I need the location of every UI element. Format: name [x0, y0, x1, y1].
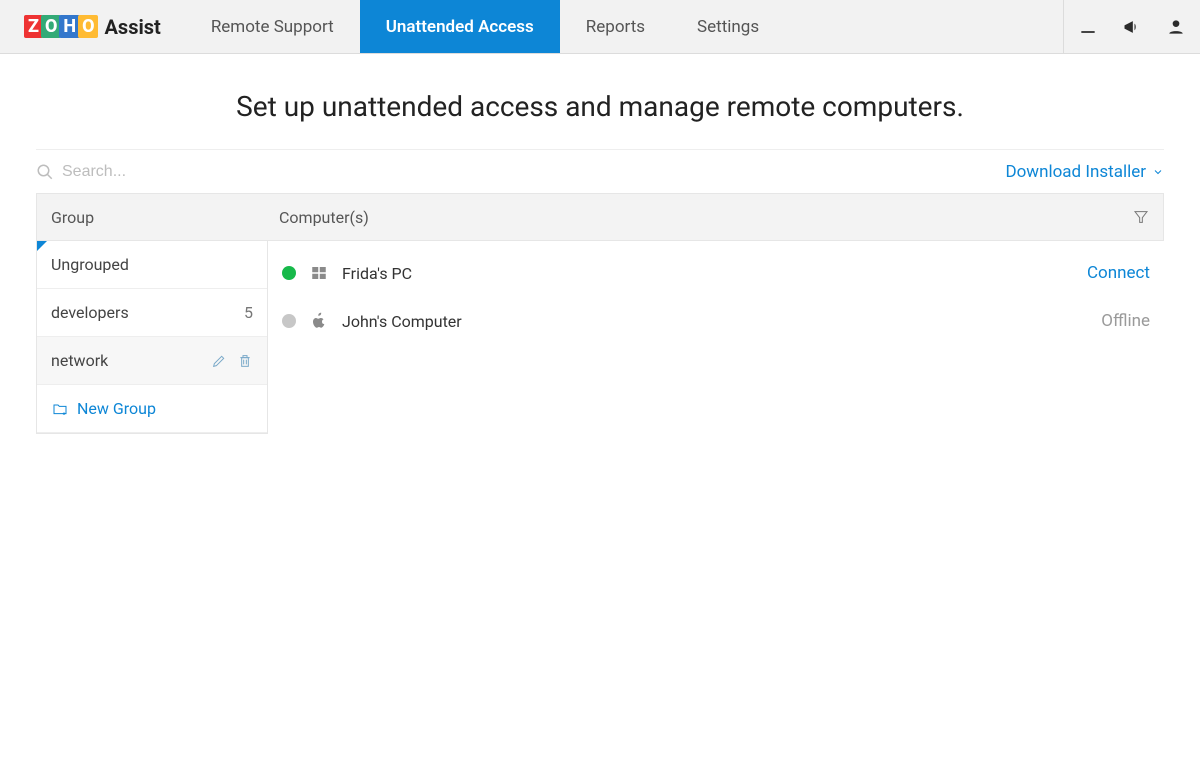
connect-button[interactable]: Connect — [1087, 263, 1150, 283]
topbar-actions — [1063, 0, 1200, 53]
folder-plus-icon — [51, 401, 69, 417]
computer-name: Frida's PC — [342, 264, 412, 283]
status-indicator-online — [282, 266, 296, 280]
windows-icon — [310, 264, 328, 282]
column-header-computers: Computer(s) — [279, 208, 1133, 227]
page-title: Set up unattended access and manage remo… — [0, 54, 1200, 149]
download-installer-link[interactable]: Download Installer — [1005, 162, 1164, 182]
computer-row[interactable]: John's Computer Offline — [282, 297, 1150, 345]
download-icon[interactable] — [1078, 17, 1098, 37]
product-name: Assist — [104, 15, 160, 39]
table-header: Group Computer(s) — [36, 193, 1164, 241]
computer-row[interactable]: Frida's PC Connect — [282, 249, 1150, 297]
offline-label: Offline — [1101, 311, 1150, 331]
computer-name: John's Computer — [342, 312, 462, 331]
primary-nav: Remote Support Unattended Access Reports… — [185, 0, 785, 53]
nav-reports[interactable]: Reports — [560, 0, 671, 53]
column-header-group: Group — [51, 208, 279, 227]
computer-list: Frida's PC Connect John's Computer Offli… — [268, 241, 1164, 434]
group-item-network[interactable]: network — [37, 337, 267, 385]
filter-icon[interactable] — [1133, 209, 1149, 225]
download-installer-label: Download Installer — [1005, 162, 1146, 182]
group-item-ungrouped[interactable]: Ungrouped — [37, 241, 267, 289]
group-name: network — [51, 351, 108, 370]
brand-logo[interactable]: ZOHO Assist — [0, 15, 185, 39]
content-area: Download Installer Group Computer(s) Ung… — [0, 149, 1200, 434]
search-input[interactable] — [62, 163, 269, 181]
announcement-icon[interactable] — [1122, 17, 1142, 37]
apple-icon — [310, 312, 328, 330]
toolbar: Download Installer — [36, 149, 1164, 193]
search-wrap — [36, 163, 1005, 181]
group-actions — [211, 353, 253, 369]
group-name: Ungrouped — [51, 255, 129, 274]
edit-icon[interactable] — [211, 353, 227, 369]
nav-remote-support[interactable]: Remote Support — [185, 0, 360, 53]
group-name: developers — [51, 303, 129, 322]
chevron-down-icon — [1152, 166, 1164, 178]
nav-settings[interactable]: Settings — [671, 0, 785, 53]
group-item-developers[interactable]: developers 5 — [37, 289, 267, 337]
zoho-wordmark: ZOHO — [24, 15, 98, 38]
group-list: Ungrouped developers 5 network New Group — [36, 241, 268, 434]
group-count: 5 — [244, 303, 253, 322]
new-group-label: New Group — [77, 399, 156, 418]
status-indicator-offline — [282, 314, 296, 328]
user-icon[interactable] — [1166, 17, 1186, 37]
nav-unattended-access[interactable]: Unattended Access — [360, 0, 560, 53]
top-bar: ZOHO Assist Remote Support Unattended Ac… — [0, 0, 1200, 54]
new-group-button[interactable]: New Group — [37, 385, 267, 433]
search-icon — [36, 163, 54, 181]
table-body: Ungrouped developers 5 network New Group — [36, 241, 1164, 434]
trash-icon[interactable] — [237, 353, 253, 369]
